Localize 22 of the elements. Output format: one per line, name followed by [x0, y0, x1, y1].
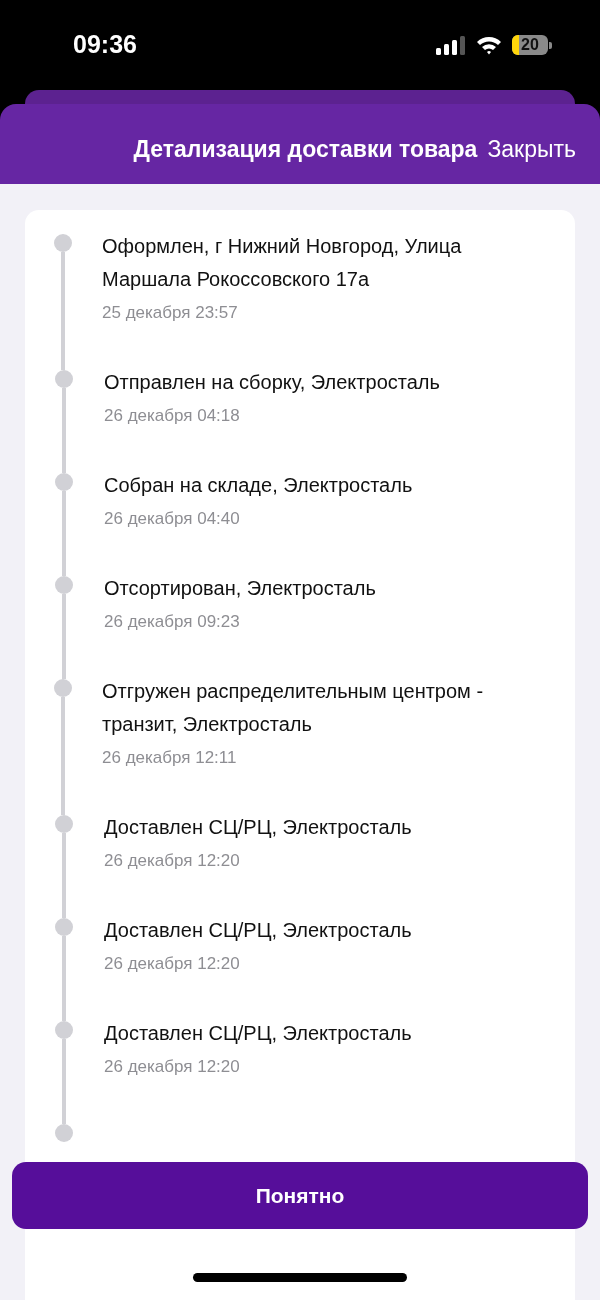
event-title: Отсортирован, Электросталь: [104, 576, 376, 601]
event-date: 26 декабря 12:20: [104, 1056, 241, 1078]
ok-button[interactable]: Понятно: [12, 1162, 588, 1229]
wifi-icon: [476, 35, 502, 55]
event-title: Доставлен СЦ/РЦ, Электросталь: [104, 815, 412, 840]
signal-icon: [436, 35, 466, 55]
event-title: Оформлен, г Нижний Новгород, Улица Маршала Рокоссовского 17а: [102, 234, 463, 292]
header-title: Детализация доставки товара: [133, 135, 478, 163]
event-title: Отгружен распределительным центром - транзит, Электросталь: [102, 679, 485, 737]
event-title: Доставлен СЦ/РЦ, Электросталь: [104, 918, 412, 943]
event-title: Отправлен на сборку, Электросталь: [104, 370, 440, 395]
close-button[interactable]: Закрыть: [487, 135, 576, 163]
event-title: Доставлен СЦ/РЦ, Электросталь: [104, 1021, 412, 1046]
event-date: 26 декабря 12:20: [104, 953, 241, 975]
event-date: 26 декабря 12:11: [102, 747, 238, 769]
event-date: 26 декабря 04:18: [104, 405, 241, 427]
event-date: 26 декабря 04:40: [104, 508, 241, 530]
event-date: 26 декабря 12:20: [104, 850, 241, 872]
status-time: 09:36: [73, 29, 137, 59]
event-date: 25 декабря 23:57: [102, 302, 239, 324]
event-date: 26 декабря 09:23: [104, 611, 241, 633]
event-title: Собран на складе, Электросталь: [104, 473, 413, 498]
